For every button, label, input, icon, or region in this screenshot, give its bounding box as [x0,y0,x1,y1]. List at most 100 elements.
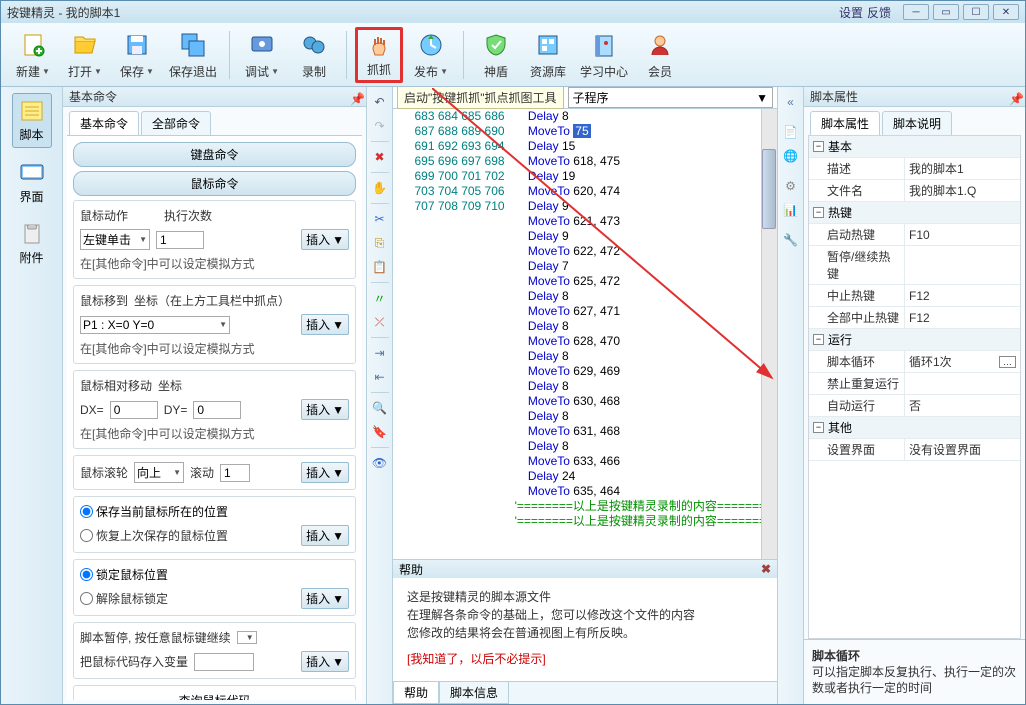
tab-basic-cmd[interactable]: 基本命令 [69,111,139,135]
wheel-dir-combo[interactable]: 向上▼ [134,462,184,483]
code-lines[interactable]: Delay 8 MoveTo 75 Delay 15 MoveTo 618, 4… [511,109,777,559]
ui-icon [17,160,47,186]
insert-button-2[interactable]: 插入▼ [301,314,349,335]
undo-icon[interactable]: ↶ [371,93,389,111]
main-toolbar: 新建▼ 打开▼ 保存▼ 保存退出 调试▼ 录制 抓抓发布▼ 神盾 资源库学习中心会员 [1,23,1025,87]
mouse-cmd-button[interactable]: 鼠标命令 [73,171,356,196]
prop-icon[interactable]: 📄 [782,123,800,141]
keyboard-cmd-button[interactable]: 键盘命令 [73,142,356,167]
restore-button[interactable]: ▭ [933,4,959,20]
minimize-button[interactable]: ─ [903,4,929,20]
toolbar-learn-button[interactable]: 学习中心 [576,27,632,83]
toolbar-label: 保存▼ [120,63,154,80]
left-nav-attach[interactable]: 附件 [13,217,51,270]
redo-icon[interactable]: ↷ [371,117,389,135]
toolbar-label: 录制 [302,63,326,80]
left-nav-script[interactable]: 脚本 [12,93,52,148]
property-grid[interactable]: −基本 描述我的脚本1 文件名我的脚本1.Q −热键 启动热键F10 暂停/继续… [808,135,1021,639]
res-icon [532,29,564,61]
radio-unlock[interactable]: 解除鼠标锁定 [80,590,168,607]
toolbar-label: 资源库 [530,63,566,80]
maximize-button[interactable]: ☐ [963,4,989,20]
insert-button-5[interactable]: 插入▼ [301,525,349,546]
radio-save-pos[interactable]: 保存当前鼠标所在的位置 [80,503,349,520]
toolbar-label: 打开▼ [68,63,102,80]
vscrollbar[interactable] [761,109,777,559]
globe-icon[interactable]: 🌐 [782,147,800,165]
toolbar-savex-button[interactable]: 保存退出 [165,27,221,83]
tab-all-cmd[interactable]: 全部命令 [141,111,211,135]
paste-icon[interactable]: 📋 [371,258,389,276]
help-tab-info[interactable]: 脚本信息 [439,682,509,704]
savex-icon [177,29,209,61]
uncomment-icon[interactable]: ⤫ [371,313,389,331]
help-close-icon[interactable]: ✖ [761,562,771,576]
outdent-icon[interactable]: ⇤ [371,368,389,386]
publish-icon [415,29,447,61]
sub-combo[interactable]: 子程序▼ [568,87,773,108]
close-button[interactable]: ✕ [993,4,1019,20]
help-dismiss-link[interactable]: [我知道了，以后不必提示] [407,650,763,668]
toolbar-debug-button[interactable]: 调试▼ [238,27,286,83]
props-title: 脚本属性 [810,88,858,105]
insert-button-3[interactable]: 插入▼ [301,399,349,420]
scroll-count-input[interactable] [220,464,250,482]
toolbar-grab-button[interactable]: 抓抓 [355,27,403,83]
icon-strip: ↶ ↷ ✖ ✋ ✂ ⎘ 📋 〃 ⤫ ⇥ ⇤ 🔍 🔖 👁 [367,87,393,704]
pause-key-combo[interactable]: ▼ [237,631,257,644]
left-nav-ui[interactable]: 界面 [13,156,51,209]
gear-icon[interactable]: ⚙ [782,177,800,195]
toolbar-new-button[interactable]: 新建▼ [9,27,57,83]
toolbar-save-button[interactable]: 保存▼ [113,27,161,83]
toolbar-label: 保存退出 [169,63,217,80]
exec-count-input[interactable] [156,231,204,249]
delete-icon[interactable]: ✖ [371,148,389,166]
bookmark-icon[interactable]: 🔖 [371,423,389,441]
insert-button-7[interactable]: 插入▼ [301,651,349,672]
props-pin-icon[interactable]: 📌 [1009,92,1019,102]
settings-link[interactable]: 设置 [839,4,863,21]
cut-icon[interactable]: ✂ [371,210,389,228]
rel-move-label: 鼠标相对移动 [80,377,152,394]
toolbar-label: 会员 [648,63,672,80]
toolbar-res-button[interactable]: 资源库 [524,27,572,83]
point-combo[interactable]: P1 : X=0 Y=0▼ [80,316,230,334]
toolbar-shield-button[interactable]: 神盾 [472,27,520,83]
wrench-icon[interactable]: 🔧 [782,231,800,249]
dy-input[interactable] [193,401,241,419]
insert-button-4[interactable]: 插入▼ [301,462,349,483]
radio-lock[interactable]: 锁定鼠标位置 [80,566,349,583]
right-icon-strip: « 📄 🌐 ⚙ 📊 🔧 [777,87,803,704]
props-tab-desc[interactable]: 脚本说明 [882,111,952,135]
hand-icon[interactable]: ✋ [371,179,389,197]
dx-input[interactable] [110,401,158,419]
chevron-left-icon[interactable]: « [782,93,800,111]
find-icon[interactable]: 🔍 [371,399,389,417]
view-icon[interactable]: 👁 [371,454,389,472]
hint-1: 在[其他命令]中可以设定模拟方式 [80,255,349,272]
indent-icon[interactable]: ⇥ [371,344,389,362]
mouse-action-combo[interactable]: 左键单击▼ [80,229,150,250]
move-to-label: 鼠标移到 [80,292,128,309]
toolbar-label: 神盾 [484,63,508,80]
comment-icon[interactable]: 〃 [371,289,389,307]
toolbar-label: 发布▼ [414,63,448,80]
insert-button-6[interactable]: 插入▼ [301,588,349,609]
open-icon [69,29,101,61]
var-input[interactable] [194,653,254,671]
pin-icon[interactable]: 📌 [350,92,360,102]
toolbar-member-button[interactable]: 会员 [636,27,684,83]
feedback-link[interactable]: 反馈 [867,4,891,21]
toolbar-publish-button[interactable]: 发布▼ [407,27,455,83]
radio-restore-pos[interactable]: 恢复上次保存的鼠标位置 [80,527,228,544]
props-tab-props[interactable]: 脚本属性 [810,111,880,135]
toolbar-record-button[interactable]: 录制 [290,27,338,83]
titlebar: 按键精灵 - 我的脚本1 设置 反馈 ─ ▭ ☐ ✕ [1,1,1025,23]
help-tab-help[interactable]: 帮助 [393,682,439,704]
chart-icon[interactable]: 📊 [782,201,800,219]
toolbar-open-button[interactable]: 打开▼ [61,27,109,83]
copy-icon[interactable]: ⎘ [371,234,389,252]
mouse-action-label: 鼠标动作 [80,207,128,224]
insert-button-1[interactable]: 插入▼ [301,229,349,250]
member-icon [644,29,676,61]
